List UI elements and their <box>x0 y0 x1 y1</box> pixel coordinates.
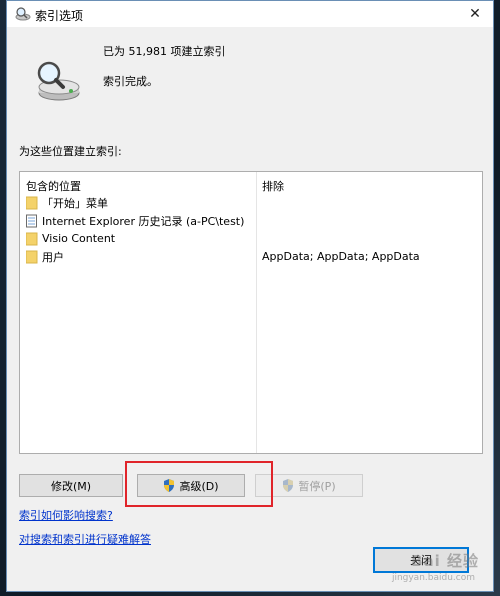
excluded-paths: AppData; AppData; AppData <box>262 250 420 263</box>
modify-button-label: 修改(M) <box>50 479 92 493</box>
indexing-options-window: 索引选项 ✕ 已为 51,981 项建立索引 索引完成。 为这些位置建立索引: … <box>6 0 494 592</box>
locations-section-label: 为这些位置建立索引: <box>19 145 122 158</box>
indexing-app-icon <box>15 7 31 21</box>
pause-button-label: 暂停(P) <box>298 479 336 493</box>
window-title: 索引选项 <box>35 9 84 23</box>
list-item[interactable]: 用户 <box>26 248 64 265</box>
indexing-status-icon <box>37 61 80 101</box>
folder-icon <box>26 196 38 209</box>
close-button-label: 关闭 <box>410 554 432 567</box>
indexed-count-text: 已为 51,981 项建立索引 <box>103 45 226 58</box>
close-button[interactable]: 关闭 <box>373 547 469 573</box>
list-item[interactable]: 「开始」菜单 <box>26 194 108 211</box>
close-icon: ✕ <box>469 6 481 22</box>
indexed-locations-list[interactable]: 包含的位置 排除 「开始」菜单 Internet Explorer 历史记录 (… <box>19 171 483 454</box>
uac-shield-icon <box>283 479 294 492</box>
folder-icon <box>26 250 38 263</box>
location-name: 「开始」菜单 <box>42 196 108 210</box>
annotation-highlight-box <box>125 461 273 507</box>
column-header-included[interactable]: 包含的位置 <box>26 178 81 194</box>
index-state-text: 索引完成。 <box>103 75 158 88</box>
link-indexing-affects-search[interactable]: 索引如何影响搜索? <box>19 507 113 523</box>
window-close-button[interactable]: ✕ <box>461 3 489 25</box>
title-bar: 索引选项 ✕ <box>7 1 493 27</box>
list-item[interactable]: Internet Explorer 历史记录 (a-PC\test) <box>26 212 244 229</box>
column-header-excluded[interactable]: 排除 <box>262 178 284 194</box>
column-divider <box>256 172 257 453</box>
location-name: Visio Content <box>42 232 116 245</box>
baidu-jingyan-watermark-url: jingyan.baidu.com <box>391 573 475 583</box>
location-name: 用户 <box>42 250 64 264</box>
folder-icon <box>26 232 38 245</box>
list-item[interactable]: Visio Content <box>26 230 115 247</box>
location-name: Internet Explorer 历史记录 (a-PC\test) <box>42 214 245 228</box>
ie-history-icon <box>26 214 37 227</box>
link-troubleshoot-search[interactable]: 对搜索和索引进行疑难解答 <box>19 531 151 547</box>
modify-button[interactable]: 修改(M) <box>19 474 123 497</box>
